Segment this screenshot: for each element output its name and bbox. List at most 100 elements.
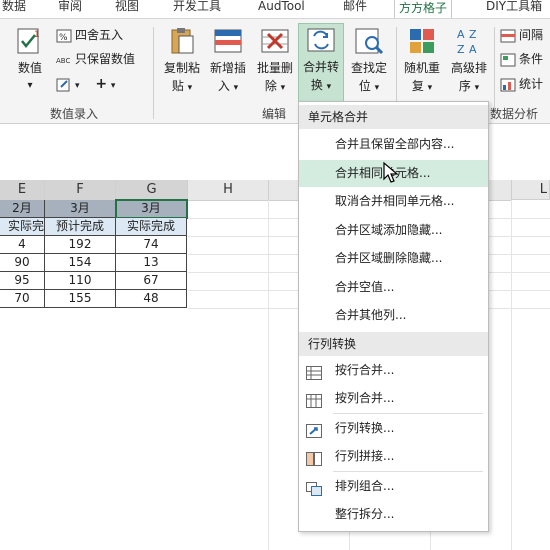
value-button[interactable]: 1 数值 ▾ [8,25,52,105]
svg-text:Z: Z [457,43,465,56]
percent-icon: % [56,29,72,43]
round-button[interactable]: % 四舍五入 [56,25,123,45]
ribbon-separator [153,27,154,119]
svg-text:A: A [457,28,465,41]
interval-button[interactable]: 间隔 [500,25,543,45]
statistics-icon [500,78,516,92]
table-cell[interactable]: 90 [0,254,45,272]
batch-delete-label-1: 批量删 [256,61,293,75]
tab-view[interactable]: 视图 [115,0,139,16]
tab-fangfang[interactable]: 方方格子 [394,0,453,18]
random-grid-icon [406,25,438,57]
small-tools-row: ▾ + ▾ [56,74,115,94]
menu-item-merge-by-column[interactable]: 按列合并... [299,385,488,412]
clipboard-icon [166,25,198,57]
interval-label: 间隔 [519,28,544,42]
table-cell-header-month[interactable]: 3月 [115,199,188,219]
table-cell[interactable]: 48 [116,290,187,308]
find-locate-label-2: 位 ▾ [358,79,380,93]
tab-audtool[interactable]: AudTool [258,0,305,16]
table-cell[interactable]: 192 [45,236,116,254]
column-header-e[interactable]: E [0,180,45,201]
insert-rows-icon [212,25,244,57]
menu-item-permutation[interactable]: 排列组合... [299,473,488,500]
batch-delete-label-2: 除 ▾ [264,79,286,93]
table-cell[interactable]: 67 [116,272,187,290]
menu-item-merge-empty[interactable]: 合并空值... [299,274,488,301]
table-cell[interactable]: 95 [0,272,45,290]
condition-button[interactable]: 条件 [500,49,543,69]
table-cell-header-month[interactable]: 3月 [45,200,116,218]
tab-developer[interactable]: 开发工具 [173,0,221,16]
column-header-h[interactable]: H [188,180,269,201]
tab-data[interactable]: 数据 [2,0,26,16]
keep-value-label: 只保留数值 [75,52,136,66]
menu-item-merge-keep-all[interactable]: 合并且保留全部内容... [299,131,488,158]
svg-text:A: A [469,43,477,56]
random-repeat-button[interactable]: 随机重 复 ▾ [400,25,444,105]
merge-by-column-icon [306,391,322,408]
find-locate-label-1: 查找定 [350,61,387,75]
delete-grid-icon [259,25,291,57]
new-insert-button[interactable]: 新增插 入 ▾ [206,25,250,105]
menu-item-merge-remove-hidden[interactable]: 合并区域删除隐藏... [299,245,488,272]
merge-convert-label-1: 合并转 [302,60,339,74]
menu-item-row-column-join[interactable]: 行列拼接... [299,443,488,470]
svg-text:1: 1 [34,30,40,40]
value-label: 数值 [17,61,42,75]
mouse-cursor-icon [383,161,401,184]
copy-paste-label-1: 复制粘 [163,61,200,75]
new-insert-label-1: 新增插 [209,61,246,75]
group-data-entry-label: 数值录入 [50,107,99,121]
table-cell-header[interactable]: 实际完成 [0,218,45,236]
menu-section-row-column: 行列转换 [299,332,488,356]
edit-sheet-icon[interactable] [56,78,72,92]
table-cell[interactable]: 155 [45,290,116,308]
column-header-g[interactable]: G [116,180,188,201]
advanced-sort-button[interactable]: A Z Z A 高级排 序 ▾ [447,25,491,105]
keep-value-button[interactable]: ABC 只保留数值 [56,49,135,69]
merge-by-row-icon [306,363,322,380]
group-edit-label: 编辑 [262,107,287,121]
statistics-button[interactable]: 统计 [500,74,543,94]
gridline [268,200,269,550]
menu-item-merge-other-columns[interactable]: 合并其他列... [299,302,488,329]
random-repeat-label-1: 随机重 [403,61,440,75]
gridline [511,200,512,550]
batch-delete-button[interactable]: 批量删 除 ▾ [253,25,297,105]
copy-paste-label-2: 贴 ▾ [171,79,193,93]
plus-icon[interactable]: + [95,76,107,92]
menu-item-merge-by-row[interactable]: 按行合并... [299,357,488,384]
copy-paste-button[interactable]: 复制粘 贴 ▾ [160,25,204,105]
merge-convert-label-2: 换 ▾ [310,78,332,92]
merge-convert-button[interactable]: 合并转 换 ▾ [298,23,344,103]
menu-item-row-column-convert[interactable]: 行列转换... [299,415,488,442]
table-cell[interactable]: 110 [45,272,116,290]
round-label: 四舍五入 [75,28,124,42]
transpose-icon [306,421,322,438]
tab-mail[interactable]: 邮件 [343,0,367,16]
column-header-f[interactable]: F [45,180,116,201]
table-cell-header[interactable]: 实际完成 [116,218,187,236]
tab-review[interactable]: 审阅 [58,0,82,16]
chevron-down-icon[interactable]: ▾ [75,81,80,91]
table-cell[interactable]: 70 [0,290,45,308]
chevron-down-icon[interactable]: ▾ [111,81,116,91]
table-cell[interactable]: 154 [45,254,116,272]
tab-diy-toolbox[interactable]: DIY工具箱 [486,0,542,16]
menu-item-split-row[interactable]: 整行拆分... [299,501,488,528]
condition-icon [500,53,516,67]
menu-item-merge-add-hidden[interactable]: 合并区域添加隐藏... [299,217,488,244]
random-repeat-label-2: 复 ▾ [411,79,433,93]
interval-icon [500,29,516,43]
table-cell-header-month[interactable]: 2月 [0,200,45,218]
menu-item-unmerge-same-cells[interactable]: 取消合并相同单元格... [299,188,488,215]
abc-icon: ABC [56,53,72,67]
column-header-l[interactable]: L [512,180,550,200]
permutation-icon [306,479,322,496]
table-cell[interactable]: 13 [116,254,187,272]
table-cell[interactable]: 74 [116,236,187,254]
find-locate-button[interactable]: 查找定 位 ▾ [347,25,391,105]
table-cell-header[interactable]: 预计完成 [45,218,116,236]
table-cell[interactable]: 4 [0,236,45,254]
